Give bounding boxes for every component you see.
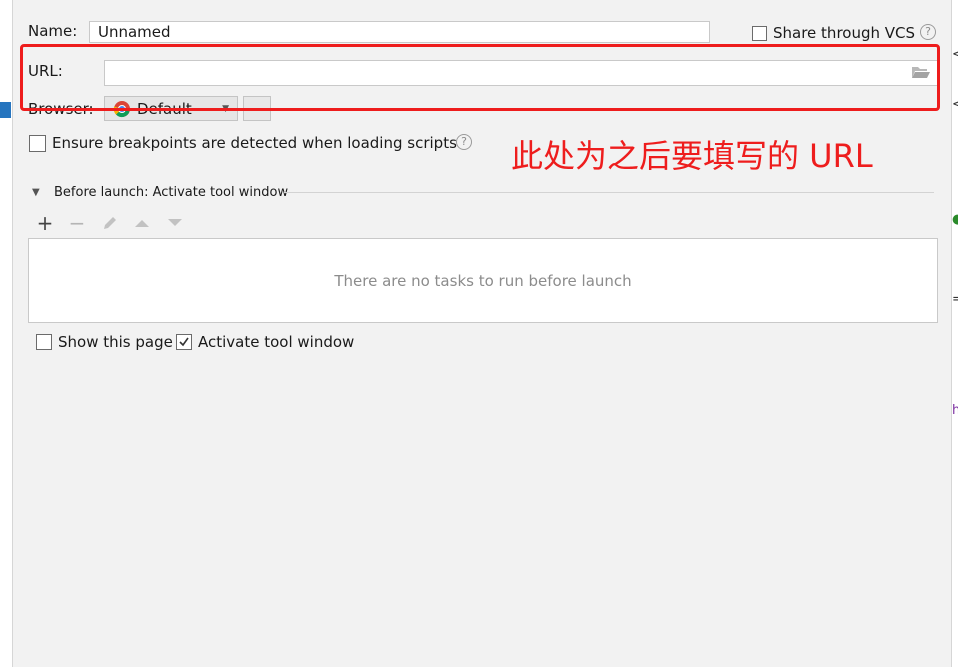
editor-glyph: < [952,97,958,112]
left-panel-selection [0,102,11,118]
activate-tool-option[interactable]: Activate tool window [176,333,354,351]
ensure-breakpoints-option[interactable]: Ensure breakpoints are detected when loa… [29,134,457,152]
name-label: Name: [28,22,78,40]
annotation-text: 此处为之后要填写的 URL [511,137,873,175]
share-vcs-checkbox[interactable] [752,25,767,41]
ensure-breakpoints-label: Ensure breakpoints are detected when loa… [52,134,457,152]
arrow-up-icon[interactable] [131,212,153,234]
editor-glyph: h [952,403,958,418]
remove-task-button[interactable]: − [66,212,88,234]
section-divider [284,192,934,193]
before-launch-task-list[interactable]: There are no tasks to run before launch [28,238,938,323]
pencil-icon[interactable] [99,212,121,234]
ensure-breakpoints-checkbox[interactable] [29,134,46,152]
show-page-checkbox[interactable] [36,334,52,350]
share-vcs-label: Share through VCS [773,24,916,42]
empty-tasks-text: There are no tasks to run before launch [334,271,632,290]
arrow-down-icon[interactable] [164,212,186,234]
checkmark-icon [179,337,189,347]
help-icon[interactable]: ? [456,134,472,150]
triangle-down-icon[interactable]: ▼ [32,187,40,198]
editor-glyph: ● [952,212,958,227]
help-icon[interactable]: ? [920,24,936,40]
name-field[interactable] [89,21,710,43]
show-page-option[interactable]: Show this page [36,333,173,351]
show-page-label: Show this page [58,333,173,351]
annotation-highlight-box [20,44,940,111]
editor-glyph: < [952,47,958,62]
share-vcs-option[interactable]: Share through VCS [752,24,915,42]
left-panel-edge [0,0,13,667]
activate-tool-label: Activate tool window [198,333,355,351]
editor-glyph: = [952,292,958,307]
activate-tool-checkbox[interactable] [176,334,192,350]
before-launch-title: Before launch: Activate tool window [54,185,289,200]
add-task-button[interactable]: + [34,212,56,234]
